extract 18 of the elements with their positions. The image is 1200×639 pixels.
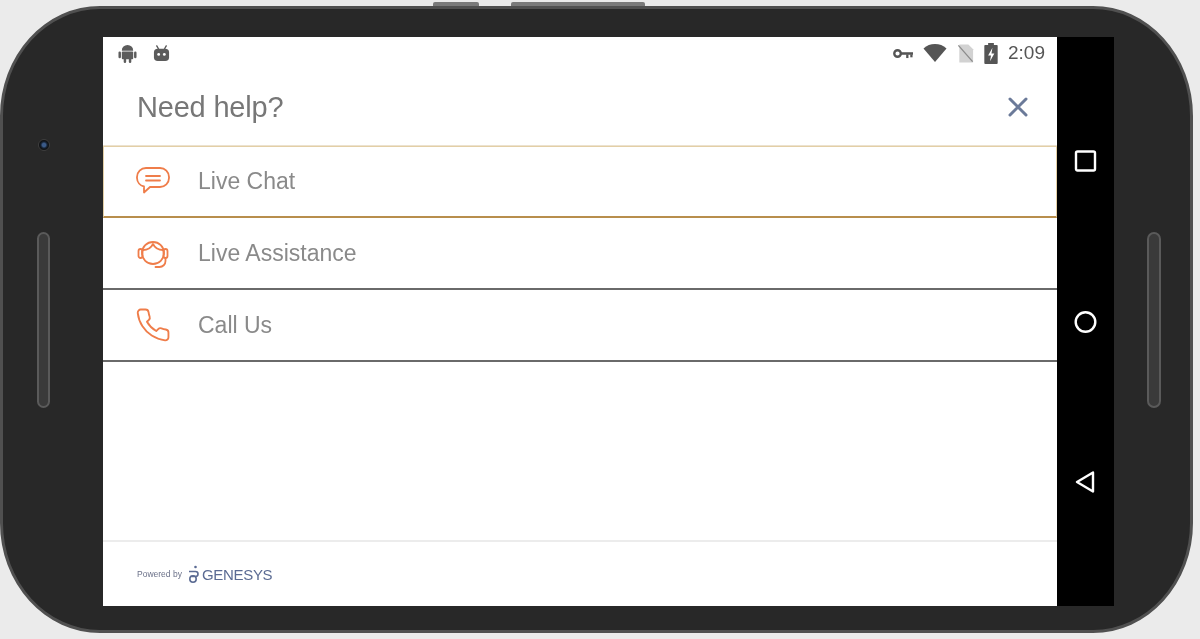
- recents-icon[interactable]: [1074, 150, 1097, 172]
- wifi-icon: [923, 44, 947, 62]
- powered-by-text: Powered by: [137, 569, 182, 579]
- battery-charging-icon: [984, 42, 998, 64]
- help-option[interactable]: Live Chat: [103, 146, 1057, 218]
- camera-lens-icon: [38, 139, 50, 151]
- robot-head-icon: [153, 44, 170, 62]
- home-icon[interactable]: [1074, 310, 1097, 333]
- back-icon[interactable]: [1074, 471, 1097, 493]
- dialog-title: Need help?: [137, 90, 284, 124]
- key-icon: [893, 47, 913, 59]
- android-robot-icon: [118, 43, 137, 63]
- logo-icon: [186, 565, 199, 583]
- phone-handset-icon: [135, 308, 171, 342]
- brand-name: GENESYS: [201, 565, 273, 583]
- clock-time: 2:09: [1008, 42, 1045, 64]
- no-sim-icon: [957, 43, 974, 63]
- close-icon: [1008, 97, 1028, 117]
